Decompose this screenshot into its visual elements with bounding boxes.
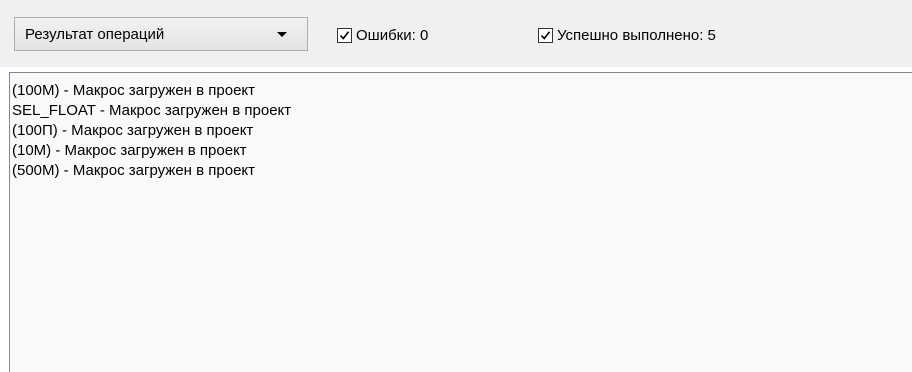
success-filter-checkbox[interactable]: Успешно выполнено: 5 (538, 25, 716, 45)
log-line: (100П) - Макрос загружен в проект (12, 122, 254, 139)
result-view-dropdown-label: Результат операций (25, 25, 165, 43)
errors-filter-label: Ошибки: 0 (356, 26, 429, 44)
log-line: (100М) - Макрос загружен в проект (12, 82, 256, 99)
log-line: (500М) - Макрос загружен в проект (12, 162, 256, 179)
result-view-dropdown[interactable]: Результат операций (14, 17, 308, 51)
checkmark-icon[interactable] (538, 27, 553, 43)
checkmark-icon[interactable] (337, 27, 352, 43)
operations-log[interactable]: (100М) - Макрос загружен в проект SEL_FL… (9, 72, 912, 372)
log-line: (10М) - Макрос загружен в проект (12, 142, 247, 159)
operations-toolbar: Результат операций Ошибки: 0 Успешно вып… (0, 0, 912, 67)
log-line: SEL_FLOAT - Макрос загружен в проект (12, 102, 292, 119)
errors-filter-checkbox[interactable]: Ошибки: 0 (337, 25, 428, 45)
success-filter-label: Успешно выполнено: 5 (557, 26, 716, 44)
chevron-down-icon[interactable] (277, 32, 287, 37)
